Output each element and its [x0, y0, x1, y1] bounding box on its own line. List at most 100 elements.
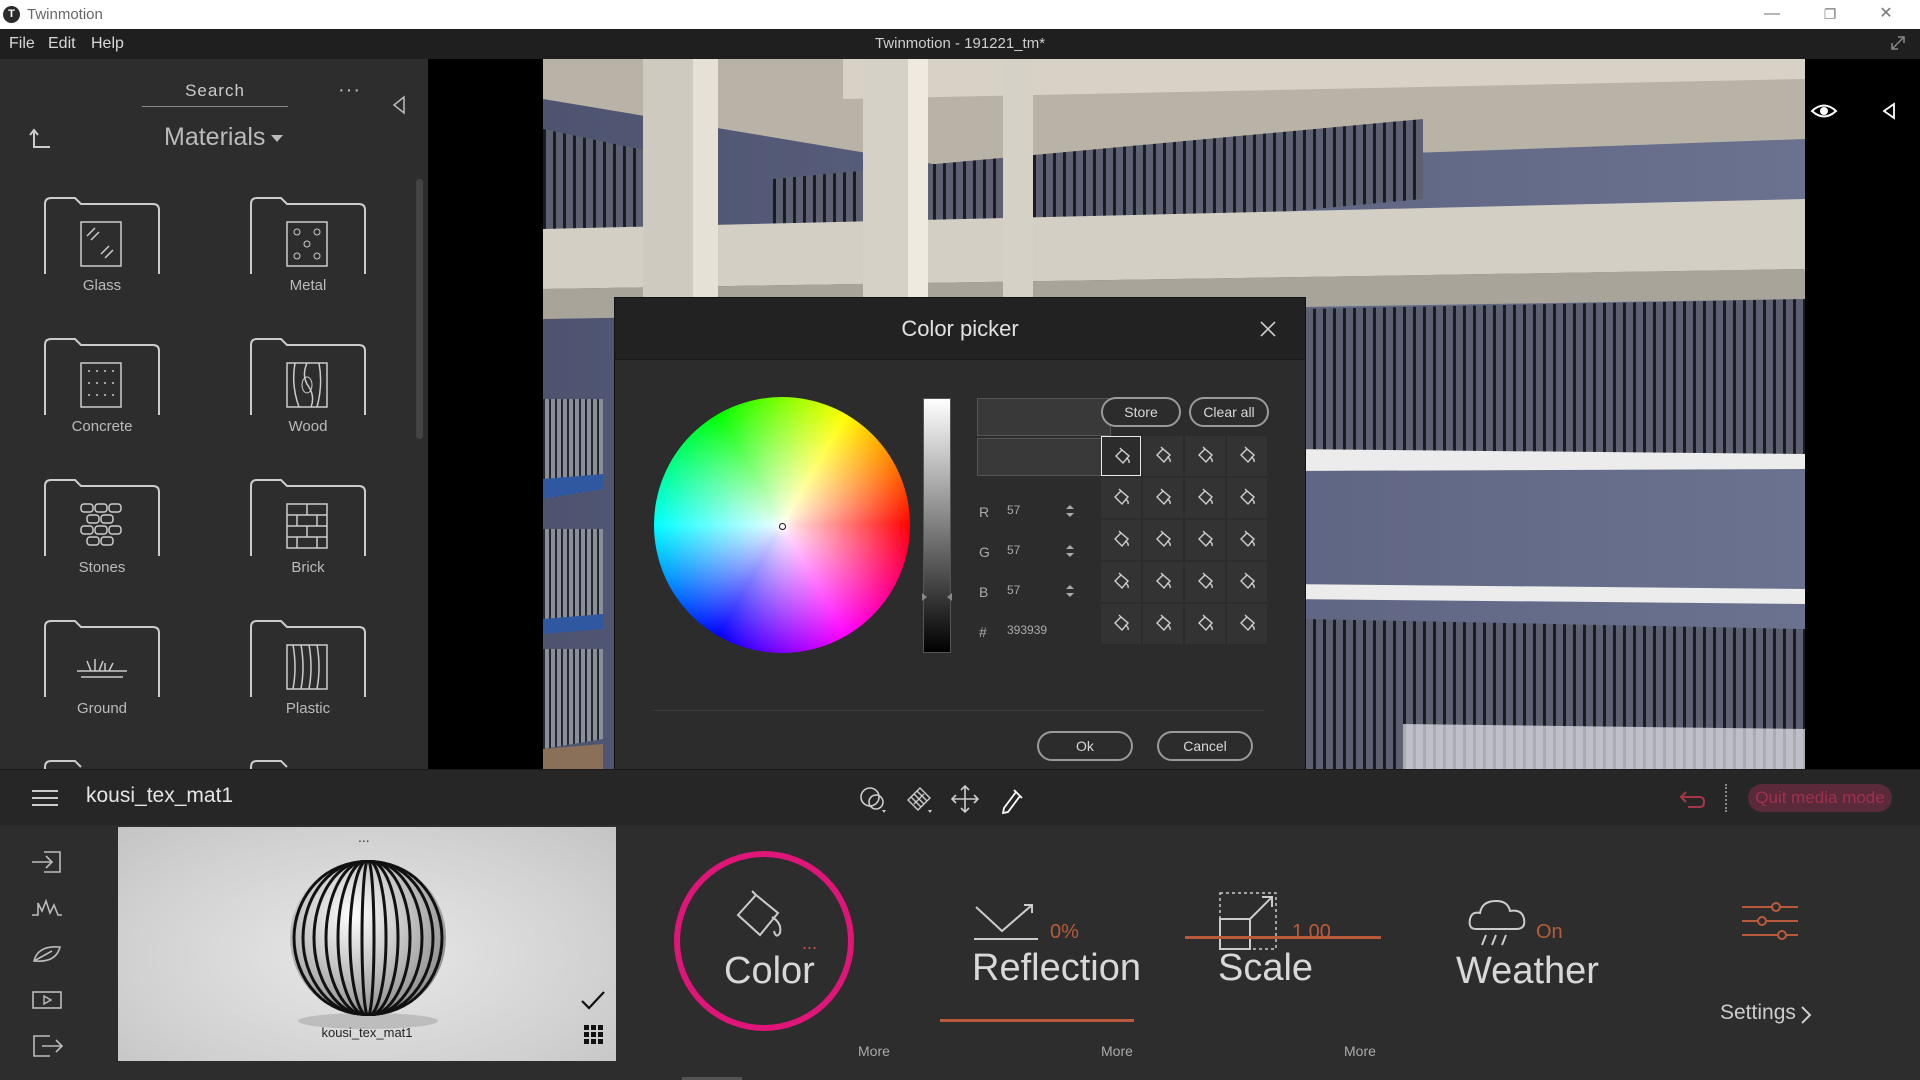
landscape-icon[interactable] — [30, 895, 64, 921]
scale-value: 1.00 — [1292, 921, 1331, 943]
color-more-link[interactable]: More — [858, 1043, 890, 1059]
chevron-right-icon[interactable] — [1800, 1005, 1812, 1025]
menu-help[interactable]: Help — [91, 35, 124, 53]
leaf-icon[interactable] — [30, 941, 64, 967]
media-icon[interactable] — [30, 987, 64, 1013]
quit-media-mode-button[interactable]: Quit media mode — [1748, 784, 1892, 812]
scale-slider-bar[interactable] — [1185, 936, 1381, 939]
paint-bucket-icon — [1114, 530, 1129, 548]
brightness-slider[interactable] — [922, 398, 952, 653]
stored-swatch-slot[interactable] — [1227, 520, 1267, 560]
plastic-icon — [250, 620, 366, 697]
folder-ground[interactable]: Ground — [43, 619, 161, 719]
restore-button[interactable]: ❐ — [1810, 3, 1850, 25]
paint-bucket-icon — [1198, 488, 1213, 506]
export-icon[interactable] — [30, 1033, 64, 1059]
paint-bucket-icon — [1198, 446, 1213, 464]
reflection-more-link[interactable]: More — [1101, 1043, 1133, 1059]
b-input[interactable]: 57 — [1007, 578, 1107, 602]
library-scrollbar[interactable] — [416, 179, 423, 439]
color-label: Color — [724, 950, 815, 992]
texture-tiling-icon[interactable] — [904, 784, 934, 814]
stored-swatch-slot[interactable] — [1185, 436, 1225, 476]
paint-bucket-icon — [1114, 572, 1129, 590]
folder-glass[interactable]: Glass — [43, 196, 161, 296]
app-title: Twinmotion — [27, 6, 103, 23]
stored-swatch-slot[interactable] — [1143, 604, 1183, 644]
navigate-up-icon[interactable] — [28, 127, 52, 151]
more-options-icon[interactable]: ··· — [338, 79, 361, 102]
paint-bucket-icon — [1198, 614, 1213, 632]
folder-partial-icon — [44, 760, 82, 769]
app-logo-icon: T — [3, 6, 20, 23]
search-field[interactable]: Search — [142, 81, 288, 107]
paint-bucket-icon — [1240, 572, 1255, 590]
reflection-slider-bar[interactable] — [940, 1019, 1134, 1022]
paint-bucket-icon — [1156, 572, 1171, 590]
stored-swatch-slot[interactable] — [1227, 436, 1267, 476]
grid-icon[interactable] — [584, 1025, 604, 1045]
r-input[interactable]: 57 — [1007, 498, 1107, 522]
hamburger-menu-icon[interactable] — [32, 789, 58, 807]
color-wheel-cursor[interactable] — [779, 523, 786, 530]
stored-swatch-slot[interactable] — [1143, 436, 1183, 476]
b-label: B — [979, 584, 989, 600]
category-dropdown[interactable]: Materials — [164, 123, 284, 152]
close-window-button[interactable]: ✕ — [1866, 3, 1906, 25]
folder-plastic[interactable]: Plastic — [249, 619, 367, 719]
menu-file[interactable]: File — [9, 35, 35, 53]
clear-all-button[interactable]: Clear all — [1189, 397, 1269, 427]
import-icon[interactable] — [30, 849, 64, 875]
menu-edit[interactable]: Edit — [48, 35, 76, 53]
folder-label: Ground — [76, 700, 128, 717]
scale-more-link[interactable]: More — [1344, 1043, 1376, 1059]
undo-icon[interactable] — [1676, 787, 1706, 811]
weather-label[interactable]: Weather — [1456, 950, 1599, 993]
folder-wood[interactable]: Wood — [249, 337, 367, 437]
stored-swatch-slot[interactable] — [1101, 436, 1141, 476]
store-button[interactable]: Store — [1101, 397, 1181, 427]
close-icon[interactable] — [1259, 320, 1277, 338]
document-title: Twinmotion - 191221_tm* — [874, 35, 1046, 52]
scale-label[interactable]: Scale — [1218, 947, 1313, 990]
eyedropper-icon[interactable] — [996, 784, 1026, 814]
g-input[interactable]: 57 — [1007, 538, 1107, 562]
stored-swatch-slot[interactable] — [1101, 520, 1141, 560]
stored-swatch-slot[interactable] — [1227, 478, 1267, 518]
stored-swatch-slot[interactable] — [1143, 520, 1183, 560]
cancel-button[interactable]: Cancel — [1157, 731, 1253, 761]
checkmark-icon[interactable] — [580, 989, 606, 1011]
collapse-panel-icon[interactable] — [392, 95, 406, 115]
material-picker-icon[interactable] — [858, 784, 888, 814]
move-icon[interactable] — [950, 784, 980, 814]
stored-swatch-slot[interactable] — [1143, 478, 1183, 518]
folder-concrete[interactable]: Concrete — [43, 337, 161, 437]
folder-brick[interactable]: Brick — [249, 478, 367, 578]
ok-button[interactable]: Ok — [1037, 731, 1133, 761]
settings-label[interactable]: Settings — [1720, 1001, 1796, 1025]
preview-options-icon[interactable]: ... — [358, 829, 370, 845]
folder-stones[interactable]: Stones — [43, 478, 161, 578]
hex-input[interactable]: 393939 — [1007, 618, 1107, 642]
minimize-button[interactable]: — — [1752, 3, 1792, 25]
stored-swatch-slot[interactable] — [1227, 562, 1267, 602]
folder-metal[interactable]: Metal — [249, 196, 367, 296]
fullscreen-expand-icon[interactable] — [1888, 33, 1908, 53]
stored-swatch-slot[interactable] — [1143, 562, 1183, 602]
stored-swatch-slot[interactable] — [1185, 478, 1225, 518]
stored-swatch-slot[interactable] — [1185, 520, 1225, 560]
g-spinner-icon[interactable] — [1065, 543, 1075, 559]
material-preview[interactable]: ... kousi_tex_mat1 — [118, 827, 616, 1061]
reflection-label[interactable]: Reflection — [972, 947, 1141, 990]
collapse-right-panel-icon[interactable] — [1882, 102, 1896, 120]
stored-swatch-slot[interactable] — [1185, 604, 1225, 644]
stored-swatch-slot[interactable] — [1101, 478, 1141, 518]
r-spinner-icon[interactable] — [1065, 503, 1075, 519]
stored-swatch-slot[interactable] — [1101, 562, 1141, 602]
stored-swatch-slot[interactable] — [1227, 604, 1267, 644]
eye-icon[interactable] — [1810, 100, 1838, 122]
stored-swatch-slot[interactable] — [1185, 562, 1225, 602]
stored-swatch-slot[interactable] — [1101, 604, 1141, 644]
b-spinner-icon[interactable] — [1065, 583, 1075, 599]
color-options-icon[interactable]: ... — [802, 933, 817, 954]
